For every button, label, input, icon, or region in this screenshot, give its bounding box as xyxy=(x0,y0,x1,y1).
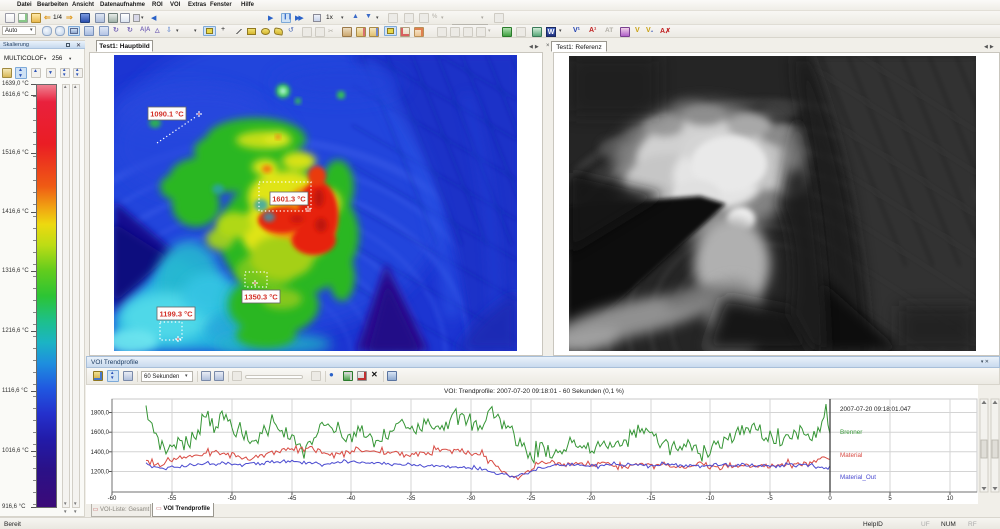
svg-text:1090.1 °C: 1090.1 °C xyxy=(150,110,184,119)
svg-text:-5: -5 xyxy=(767,496,773,502)
svg-text:-10: -10 xyxy=(706,496,715,502)
svg-text:-60: -60 xyxy=(108,496,117,502)
svg-text:Brenner: Brenner xyxy=(840,429,862,436)
svg-text:1601.3 °C: 1601.3 °C xyxy=(272,195,306,204)
svg-text:-20: -20 xyxy=(587,496,596,502)
svg-text:1200,0: 1200,0 xyxy=(91,470,110,476)
svg-text:1800,0: 1800,0 xyxy=(91,411,110,417)
svg-text:1600,0: 1600,0 xyxy=(91,430,110,436)
svg-text:2007-07-20 09:18:01.047: 2007-07-20 09:18:01.047 xyxy=(840,406,911,413)
svg-text:1350.3 °C: 1350.3 °C xyxy=(244,293,278,302)
svg-text:1199.3 °C: 1199.3 °C xyxy=(159,310,193,319)
svg-text:-45: -45 xyxy=(288,496,297,502)
svg-text:Material: Material xyxy=(840,452,862,459)
svg-text:-35: -35 xyxy=(407,496,416,502)
svg-text:10: 10 xyxy=(947,496,954,502)
svg-text:Material_Out: Material_Out xyxy=(840,474,876,481)
svg-text:-40: -40 xyxy=(347,496,356,502)
svg-text:-50: -50 xyxy=(228,496,237,502)
svg-text:-55: -55 xyxy=(168,496,177,502)
svg-text:-30: -30 xyxy=(467,496,476,502)
svg-text:VOI: Trendprofile: 2007-07-20: VOI: Trendprofile: 2007-07-20 09:18:01 -… xyxy=(444,388,624,395)
svg-text:-25: -25 xyxy=(527,496,536,502)
svg-text:1400,0: 1400,0 xyxy=(91,450,110,456)
svg-text:-15: -15 xyxy=(647,496,656,502)
